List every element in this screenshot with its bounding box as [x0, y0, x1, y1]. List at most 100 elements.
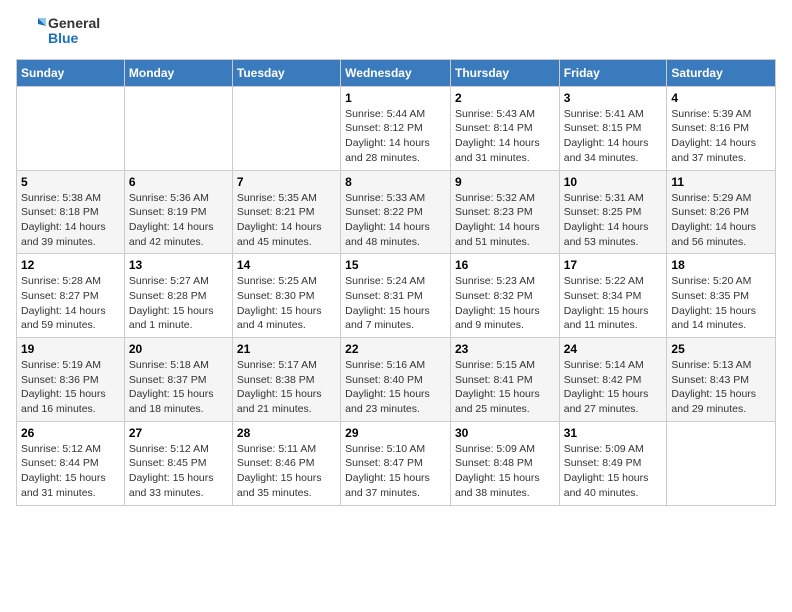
day-info: Sunrise: 5:25 AM Sunset: 8:30 PM Dayligh…	[237, 274, 336, 333]
day-info: Sunrise: 5:12 AM Sunset: 8:45 PM Dayligh…	[129, 442, 228, 501]
weekday-header-friday: Friday	[559, 59, 667, 86]
calendar-cell: 12 Sunrise: 5:28 AM Sunset: 8:27 PM Dayli…	[17, 254, 125, 338]
day-info: Sunrise: 5:17 AM Sunset: 8:38 PM Dayligh…	[237, 358, 336, 417]
calendar-cell: 19 Sunrise: 5:19 AM Sunset: 8:36 PM Dayli…	[17, 338, 125, 422]
weekday-header-row: SundayMondayTuesdayWednesdayThursdayFrid…	[17, 59, 776, 86]
calendar-cell	[17, 86, 125, 170]
calendar-cell: 16 Sunrise: 5:23 AM Sunset: 8:32 PM Dayli…	[450, 254, 559, 338]
calendar-cell: 26 Sunrise: 5:12 AM Sunset: 8:44 PM Dayli…	[17, 421, 125, 505]
day-info: Sunrise: 5:12 AM Sunset: 8:44 PM Dayligh…	[21, 442, 120, 501]
day-info: Sunrise: 5:22 AM Sunset: 8:34 PM Dayligh…	[564, 274, 663, 333]
day-number: 9	[455, 175, 555, 189]
day-info: Sunrise: 5:16 AM Sunset: 8:40 PM Dayligh…	[345, 358, 446, 417]
weekday-header-sunday: Sunday	[17, 59, 125, 86]
day-info: Sunrise: 5:19 AM Sunset: 8:36 PM Dayligh…	[21, 358, 120, 417]
day-info: Sunrise: 5:24 AM Sunset: 8:31 PM Dayligh…	[345, 274, 446, 333]
day-number: 18	[671, 258, 771, 272]
calendar-week-row: 19 Sunrise: 5:19 AM Sunset: 8:36 PM Dayli…	[17, 338, 776, 422]
calendar-cell: 11Sunrise: 5:29 AM Sunset: 8:26 PM Dayli…	[667, 170, 776, 254]
day-info: Sunrise: 5:36 AM Sunset: 8:19 PM Dayligh…	[129, 191, 228, 250]
day-info: Sunrise: 5:13 AM Sunset: 8:43 PM Dayligh…	[671, 358, 771, 417]
day-number: 16	[455, 258, 555, 272]
day-number: 12	[21, 258, 120, 272]
calendar-cell	[232, 86, 340, 170]
calendar-cell: 7Sunrise: 5:35 AM Sunset: 8:21 PM Daylig…	[232, 170, 340, 254]
day-number: 13	[129, 258, 228, 272]
calendar-cell: 22 Sunrise: 5:16 AM Sunset: 8:40 PM Dayli…	[341, 338, 451, 422]
calendar-cell: 14Sunrise: 5:25 AM Sunset: 8:30 PM Dayli…	[232, 254, 340, 338]
calendar-cell: 21 Sunrise: 5:17 AM Sunset: 8:38 PM Dayli…	[232, 338, 340, 422]
day-number: 20	[129, 342, 228, 356]
day-number: 6	[129, 175, 228, 189]
day-number: 5	[21, 175, 120, 189]
day-number: 27	[129, 426, 228, 440]
calendar-week-row: 1Sunrise: 5:44 AM Sunset: 8:12 PM Daylig…	[17, 86, 776, 170]
day-info: Sunrise: 5:14 AM Sunset: 8:42 PM Dayligh…	[564, 358, 663, 417]
day-info: Sunrise: 5:27 AM Sunset: 8:28 PM Dayligh…	[129, 274, 228, 333]
day-number: 30	[455, 426, 555, 440]
day-info: Sunrise: 5:29 AM Sunset: 8:26 PM Dayligh…	[671, 191, 771, 250]
calendar-cell: 25 Sunrise: 5:13 AM Sunset: 8:43 PM Dayli…	[667, 338, 776, 422]
logo-text: General Blue	[48, 16, 100, 47]
day-number: 31	[564, 426, 663, 440]
day-number: 10	[564, 175, 663, 189]
calendar-cell	[667, 421, 776, 505]
day-info: Sunrise: 5:31 AM Sunset: 8:25 PM Dayligh…	[564, 191, 663, 250]
calendar-cell: 10 Sunrise: 5:31 AM Sunset: 8:25 PM Dayli…	[559, 170, 667, 254]
day-number: 19	[21, 342, 120, 356]
calendar-cell: 8Sunrise: 5:33 AM Sunset: 8:22 PM Daylig…	[341, 170, 451, 254]
day-number: 22	[345, 342, 446, 356]
day-info: Sunrise: 5:09 AM Sunset: 8:48 PM Dayligh…	[455, 442, 555, 501]
day-number: 4	[671, 91, 771, 105]
weekday-header-wednesday: Wednesday	[341, 59, 451, 86]
day-info: Sunrise: 5:20 AM Sunset: 8:35 PM Dayligh…	[671, 274, 771, 333]
calendar-cell: 24 Sunrise: 5:14 AM Sunset: 8:42 PM Dayli…	[559, 338, 667, 422]
calendar-cell: 6 Sunrise: 5:36 AM Sunset: 8:19 PM Daylig…	[124, 170, 232, 254]
calendar-cell	[124, 86, 232, 170]
weekday-header-saturday: Saturday	[667, 59, 776, 86]
calendar-cell: 2 Sunrise: 5:43 AM Sunset: 8:14 PM Daylig…	[450, 86, 559, 170]
calendar-cell: 1Sunrise: 5:44 AM Sunset: 8:12 PM Daylig…	[341, 86, 451, 170]
day-number: 25	[671, 342, 771, 356]
day-number: 1	[345, 91, 446, 105]
weekday-header-monday: Monday	[124, 59, 232, 86]
logo-container: General Blue	[16, 16, 100, 47]
day-number: 17	[564, 258, 663, 272]
day-number: 28	[237, 426, 336, 440]
calendar-week-row: 5 Sunrise: 5:38 AM Sunset: 8:18 PM Daylig…	[17, 170, 776, 254]
day-number: 29	[345, 426, 446, 440]
day-number: 24	[564, 342, 663, 356]
logo-shape	[16, 16, 46, 46]
day-info: Sunrise: 5:38 AM Sunset: 8:18 PM Dayligh…	[21, 191, 120, 250]
calendar-cell: 13 Sunrise: 5:27 AM Sunset: 8:28 PM Dayli…	[124, 254, 232, 338]
calendar-cell: 18 Sunrise: 5:20 AM Sunset: 8:35 PM Dayli…	[667, 254, 776, 338]
day-number: 3	[564, 91, 663, 105]
day-number: 7	[237, 175, 336, 189]
logo: General Blue	[16, 16, 100, 47]
calendar-cell: 9Sunrise: 5:32 AM Sunset: 8:23 PM Daylig…	[450, 170, 559, 254]
day-info: Sunrise: 5:10 AM Sunset: 8:47 PM Dayligh…	[345, 442, 446, 501]
day-info: Sunrise: 5:15 AM Sunset: 8:41 PM Dayligh…	[455, 358, 555, 417]
day-number: 26	[21, 426, 120, 440]
calendar-cell: 30 Sunrise: 5:09 AM Sunset: 8:48 PM Dayli…	[450, 421, 559, 505]
day-number: 23	[455, 342, 555, 356]
calendar-cell: 31 Sunrise: 5:09 AM Sunset: 8:49 PM Dayli…	[559, 421, 667, 505]
calendar-week-row: 26 Sunrise: 5:12 AM Sunset: 8:44 PM Dayli…	[17, 421, 776, 505]
day-info: Sunrise: 5:28 AM Sunset: 8:27 PM Dayligh…	[21, 274, 120, 333]
day-info: Sunrise: 5:09 AM Sunset: 8:49 PM Dayligh…	[564, 442, 663, 501]
calendar-cell: 3Sunrise: 5:41 AM Sunset: 8:15 PM Daylig…	[559, 86, 667, 170]
calendar-week-row: 12 Sunrise: 5:28 AM Sunset: 8:27 PM Dayli…	[17, 254, 776, 338]
calendar-cell: 15Sunrise: 5:24 AM Sunset: 8:31 PM Dayli…	[341, 254, 451, 338]
calendar-cell: 20Sunrise: 5:18 AM Sunset: 8:37 PM Dayli…	[124, 338, 232, 422]
day-info: Sunrise: 5:33 AM Sunset: 8:22 PM Dayligh…	[345, 191, 446, 250]
day-info: Sunrise: 5:39 AM Sunset: 8:16 PM Dayligh…	[671, 107, 771, 166]
day-number: 21	[237, 342, 336, 356]
weekday-header-tuesday: Tuesday	[232, 59, 340, 86]
day-info: Sunrise: 5:43 AM Sunset: 8:14 PM Dayligh…	[455, 107, 555, 166]
calendar-cell: 27 Sunrise: 5:12 AM Sunset: 8:45 PM Dayli…	[124, 421, 232, 505]
calendar-cell: 5 Sunrise: 5:38 AM Sunset: 8:18 PM Daylig…	[17, 170, 125, 254]
day-number: 2	[455, 91, 555, 105]
calendar-cell: 4 Sunrise: 5:39 AM Sunset: 8:16 PM Daylig…	[667, 86, 776, 170]
day-info: Sunrise: 5:23 AM Sunset: 8:32 PM Dayligh…	[455, 274, 555, 333]
calendar-cell: 17 Sunrise: 5:22 AM Sunset: 8:34 PM Dayli…	[559, 254, 667, 338]
